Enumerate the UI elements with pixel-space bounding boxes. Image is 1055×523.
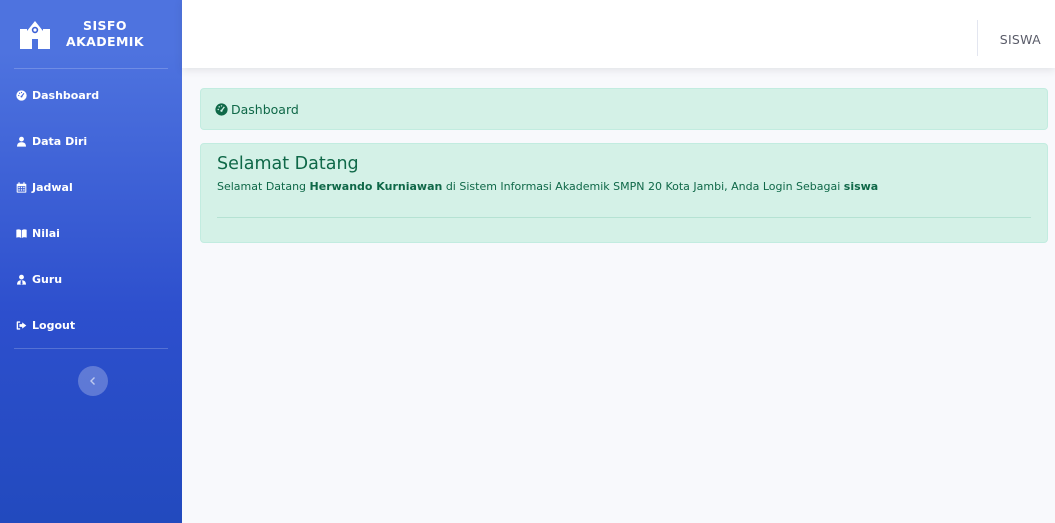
welcome-divider — [217, 217, 1031, 218]
topbar-divider — [977, 20, 978, 56]
sidebar-item-label: Logout — [32, 318, 76, 332]
welcome-prefix: Selamat Datang — [217, 180, 310, 193]
sidebar-item-label: Dashboard — [32, 88, 100, 102]
sidebar-divider — [14, 348, 168, 349]
sidebar-divider — [14, 68, 168, 69]
welcome-title: Selamat Datang — [217, 154, 359, 174]
school-icon — [20, 21, 50, 49]
sidebar-item-guru[interactable]: Guru — [0, 256, 182, 302]
welcome-text: Selamat Datang Herwando Kurniawan di Sis… — [217, 179, 1031, 195]
user-icon — [17, 136, 26, 147]
welcome-role: siswa — [843, 180, 879, 193]
topbar: SISWA — [182, 0, 1055, 68]
sidebar-item-label: Data Diri — [32, 134, 88, 148]
sidebar-item-label: Nilai — [32, 226, 60, 240]
book-icon — [16, 228, 27, 238]
tachometer-icon — [16, 89, 27, 101]
welcome-user-name: Herwando Kurniawan — [309, 180, 443, 193]
sidebar-item-dashboard[interactable]: Dashboard — [0, 72, 182, 118]
chevron-left-icon — [90, 377, 95, 385]
brand-text: SISFO AKADEMIK — [66, 18, 144, 50]
brand-line2: AKADEMIK — [66, 34, 144, 49]
welcome-alert: Selamat Datang Selamat Datang Herwando K… — [200, 143, 1048, 243]
sidebar-item-label: Jadwal — [32, 180, 73, 194]
brand-link[interactable]: SISFO AKADEMIK — [0, 0, 182, 68]
sidebar-toggle-button[interactable] — [78, 366, 108, 396]
calendar-icon — [16, 181, 27, 193]
welcome-middle: di Sistem Informasi Akademik SMPN 20 Kot… — [442, 180, 844, 193]
sidebar-item-jadwal[interactable]: Jadwal — [0, 164, 182, 210]
sidebar-item-data-diri[interactable]: Data Diri — [0, 118, 182, 164]
brand-line1: SISFO — [83, 18, 127, 33]
breadcrumb: Dashboard — [200, 88, 1048, 130]
sidebar: SISFO AKADEMIK Dashboard Data Diri Jadwa… — [0, 0, 182, 523]
user-menu[interactable]: SISWA — [1000, 32, 1041, 47]
sidebar-item-label: Guru — [32, 272, 63, 286]
user-tie-icon — [17, 274, 26, 285]
sidebar-item-nilai[interactable]: Nilai — [0, 210, 182, 256]
breadcrumb-label: Dashboard — [231, 101, 299, 117]
tachometer-icon — [215, 102, 228, 116]
sidebar-item-logout[interactable]: Logout — [0, 302, 182, 348]
sign-out-icon — [16, 320, 27, 330]
